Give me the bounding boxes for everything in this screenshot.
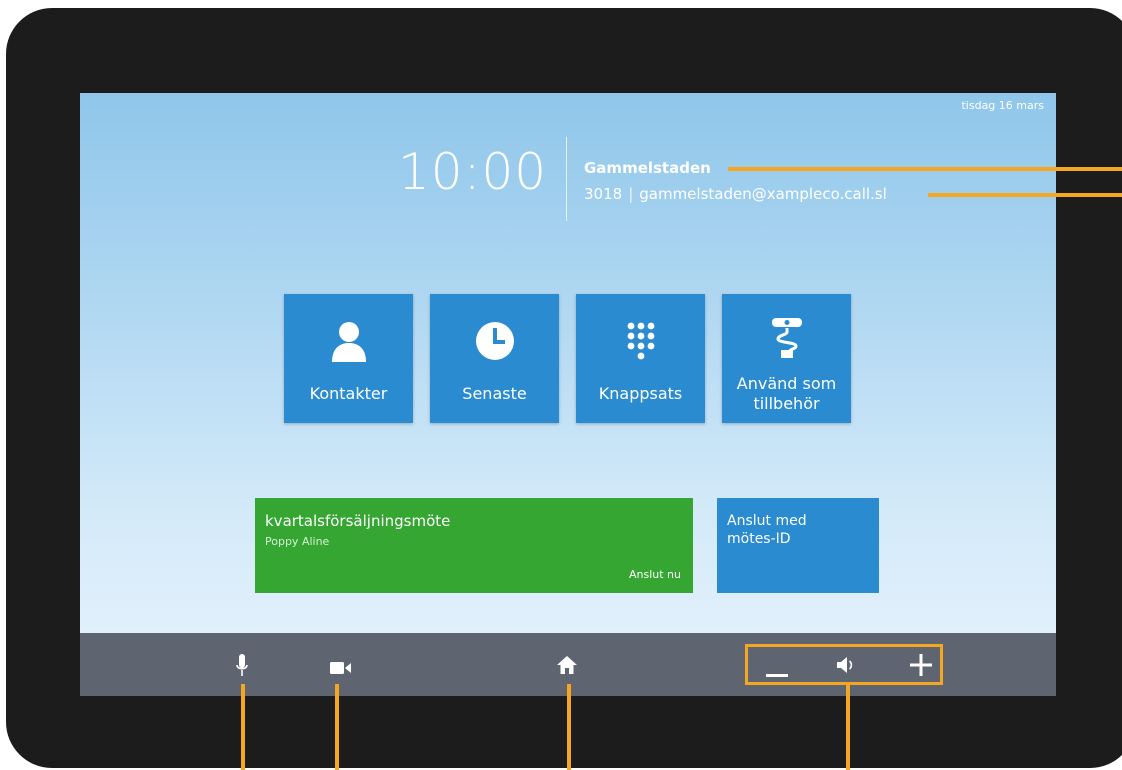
contact-callout-line: [928, 193, 1122, 197]
join-with-meeting-id-label: Anslut med mötes-ID: [727, 513, 807, 547]
home-callout-line: [567, 684, 571, 770]
extension-number: 3018: [584, 185, 623, 203]
clock-icon: [430, 318, 559, 364]
recents-tile[interactable]: Senaste: [430, 294, 559, 423]
video-camera-icon[interactable]: [330, 659, 352, 678]
contacts-label: Kontakter: [309, 384, 388, 403]
room-name-callout-line: [728, 167, 1122, 171]
microphone-icon[interactable]: [235, 653, 249, 683]
camera-callout-line: [335, 684, 339, 770]
touch-screen: tisdag 16 mars 10:00 Gammelstaden 3018 | g…: [80, 93, 1056, 696]
use-as-accessory-label: Använd som tillbehör: [736, 374, 837, 413]
upcoming-meeting-card[interactable]: kvartalsförsäljningsmöte Poppy Aline Ans…: [255, 498, 693, 593]
microphone-callout-line: [241, 684, 245, 770]
volume-callout-line: [846, 685, 850, 770]
join-with-meeting-id-tile[interactable]: Anslut med mötes-ID: [717, 498, 879, 593]
keypad-icon: [576, 318, 705, 364]
volume-controls-highlight: [745, 644, 943, 685]
person-icon: [284, 318, 413, 364]
room-name: Gammelstaden: [584, 159, 711, 177]
home-icon[interactable]: [557, 655, 577, 679]
contact-separator: |: [628, 185, 634, 203]
contacts-tile[interactable]: Kontakter: [284, 294, 413, 423]
sip-address: gammelstaden@xampleco.call.sl: [639, 185, 887, 203]
usb-accessory-icon: [722, 314, 851, 360]
contact-info: 3018 | gammelstaden@xampleco.call.sl: [584, 185, 887, 203]
meeting-title: kvartalsförsäljningsmöte: [265, 512, 451, 530]
clock: 10:00: [398, 143, 548, 201]
header-divider: [566, 137, 567, 221]
keypad-tile[interactable]: Knappsats: [576, 294, 705, 423]
meeting-organizer: Poppy Aline: [265, 535, 330, 548]
recents-label: Senaste: [462, 384, 527, 403]
keypad-label: Knappsats: [598, 384, 683, 403]
join-now-button[interactable]: Anslut nu: [629, 568, 681, 581]
use-as-accessory-tile[interactable]: Använd som tillbehör: [722, 294, 851, 423]
date-label: tisdag 16 mars: [961, 99, 1044, 112]
